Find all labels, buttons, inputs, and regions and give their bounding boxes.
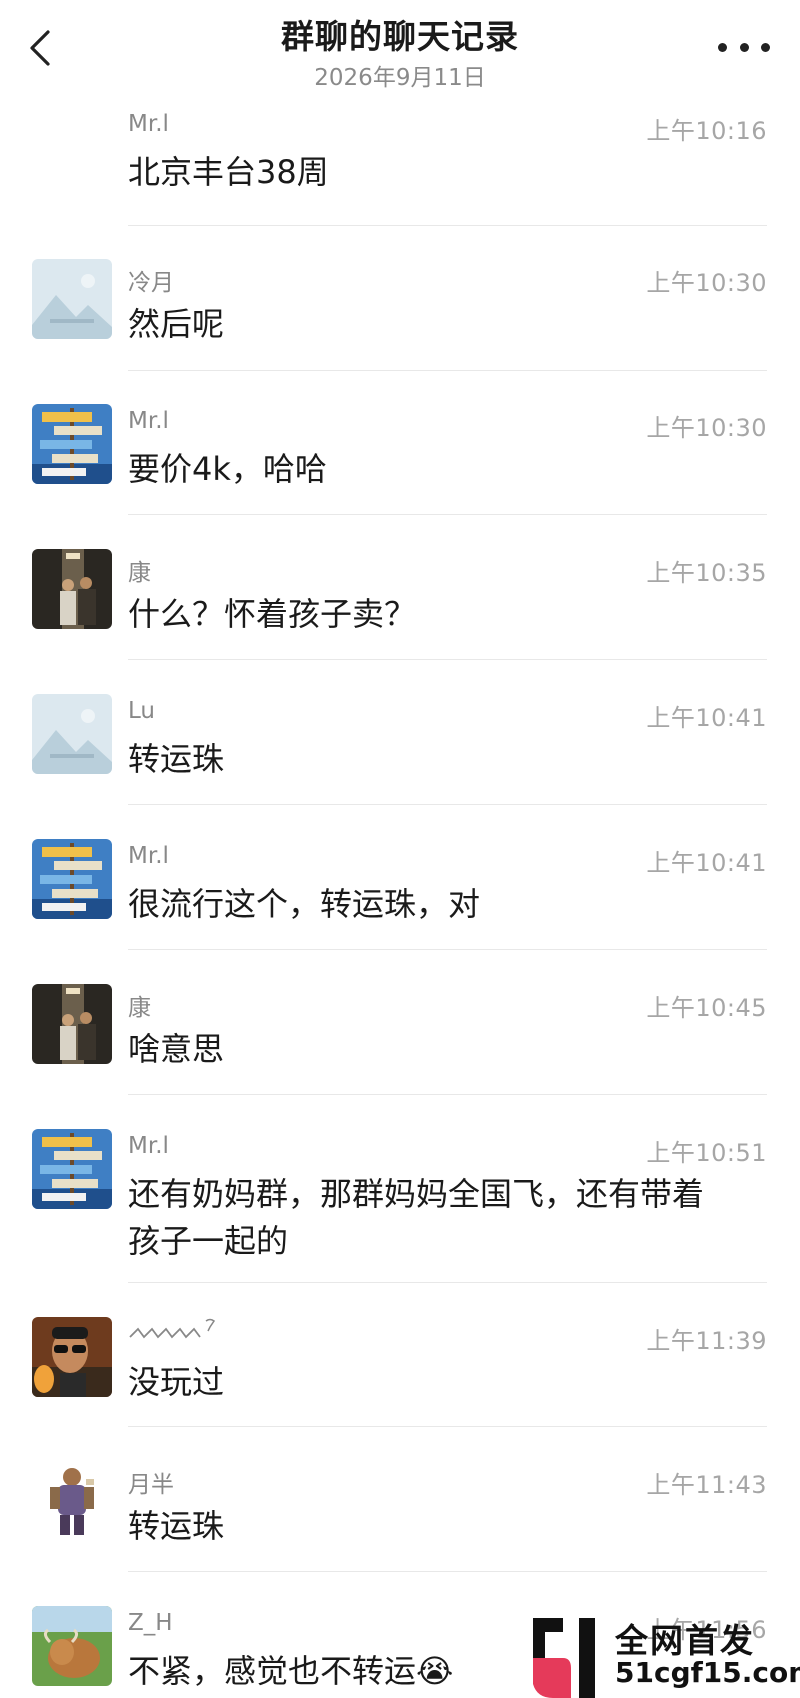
watermark-logo-icon <box>533 1618 595 1698</box>
message-time: 上午11:43 <box>646 1471 767 1499</box>
avatar[interactable] <box>32 1606 112 1686</box>
message-text-line: 还有奶妈群，那群妈妈全国飞，还有带着 <box>128 1175 705 1213</box>
divider <box>128 1282 767 1283</box>
avatar[interactable] <box>32 549 112 629</box>
message-time: 上午10:30 <box>646 414 767 442</box>
more-dot-icon <box>739 42 749 52</box>
watermark-line1: 全网首发 <box>615 1621 755 1660</box>
avatar[interactable] <box>32 694 112 774</box>
message-time: 上午11:39 <box>646 1327 767 1355</box>
message-time: 上午10:51 <box>646 1139 767 1167</box>
avatar[interactable] <box>32 1461 112 1541</box>
avatar[interactable] <box>32 839 112 919</box>
message-text: 北京丰台38周 <box>128 153 329 191</box>
signpost-avatar <box>32 1129 112 1209</box>
message-text-line: 孩子一起的 <box>128 1222 289 1260</box>
divider <box>128 659 767 660</box>
signpost-avatar <box>32 839 112 919</box>
avatar[interactable] <box>32 259 112 339</box>
message-time: 上午10:30 <box>646 269 767 297</box>
message-time: 上午10:41 <box>646 704 767 732</box>
divider <box>128 1094 767 1095</box>
avatar[interactable] <box>32 404 112 484</box>
message-time: 上午10:16 <box>646 117 767 145</box>
sender-name: 月半 <box>128 1472 174 1498</box>
message-text: 要价4k，哈哈 <box>128 450 327 488</box>
divider <box>128 949 767 950</box>
sender-name: Mr.l <box>128 111 169 137</box>
avatar[interactable] <box>32 1317 112 1397</box>
sender-name: 冷月 <box>128 270 174 296</box>
avatar[interactable] <box>32 984 112 1064</box>
message-text: 什么？怀着孩子卖？ <box>128 595 417 633</box>
divider <box>128 1571 767 1572</box>
message-text: 很流行这个，转运珠，对 <box>128 885 481 923</box>
divider <box>128 514 767 515</box>
placeholder-image-icon <box>32 259 112 339</box>
divider <box>128 370 767 371</box>
sender-name: Lu <box>128 698 155 724</box>
sender-name <box>128 1315 228 1351</box>
sender-name: Mr.l <box>128 1133 169 1159</box>
sender-name: Mr.l <box>128 843 169 869</box>
divider <box>128 804 767 805</box>
sender-name: 康 <box>128 995 151 1021</box>
page-title: 群聊的聊天记录 <box>281 17 519 56</box>
watermark: 全网首发 51cgf15.com <box>523 1606 800 1698</box>
game-character-avatar <box>32 1461 112 1541</box>
sunglasses-man-avatar <box>32 1317 112 1397</box>
message-text: 转运珠 <box>128 740 225 778</box>
more-dot-icon <box>718 42 727 52</box>
message-text: 啥意思 <box>128 1030 225 1068</box>
message-text: 转运珠 <box>128 1507 225 1545</box>
wavy-nickname-glyph <box>129 1318 216 1339</box>
divider <box>128 225 767 226</box>
record-date: 2026年9月11日 <box>314 65 486 91</box>
signpost-avatar <box>32 404 112 484</box>
divider <box>128 1426 767 1427</box>
message-text: 然后呢 <box>128 305 225 343</box>
more-dot-icon <box>761 42 770 52</box>
two-people-photo-avatar <box>32 984 112 1064</box>
more-options-button[interactable] <box>718 32 770 62</box>
placeholder-image-icon <box>32 694 112 774</box>
message-time: 上午10:35 <box>646 559 767 587</box>
watermark-line2: 51cgf15.com <box>615 1656 800 1689</box>
avatar[interactable] <box>32 1129 112 1209</box>
sender-name: Z_H <box>128 1610 173 1636</box>
message-time: 上午10:45 <box>646 994 767 1022</box>
sender-name: 康 <box>128 560 151 586</box>
message-text: 没玩过 <box>128 1363 225 1401</box>
two-people-photo-avatar <box>32 549 112 629</box>
chat-record-header: 群聊的聊天记录 2026年9月11日 <box>0 0 800 105</box>
sender-name: Mr.l <box>128 408 169 434</box>
message-time: 上午10:41 <box>646 849 767 877</box>
highland-cow-avatar <box>32 1606 112 1686</box>
